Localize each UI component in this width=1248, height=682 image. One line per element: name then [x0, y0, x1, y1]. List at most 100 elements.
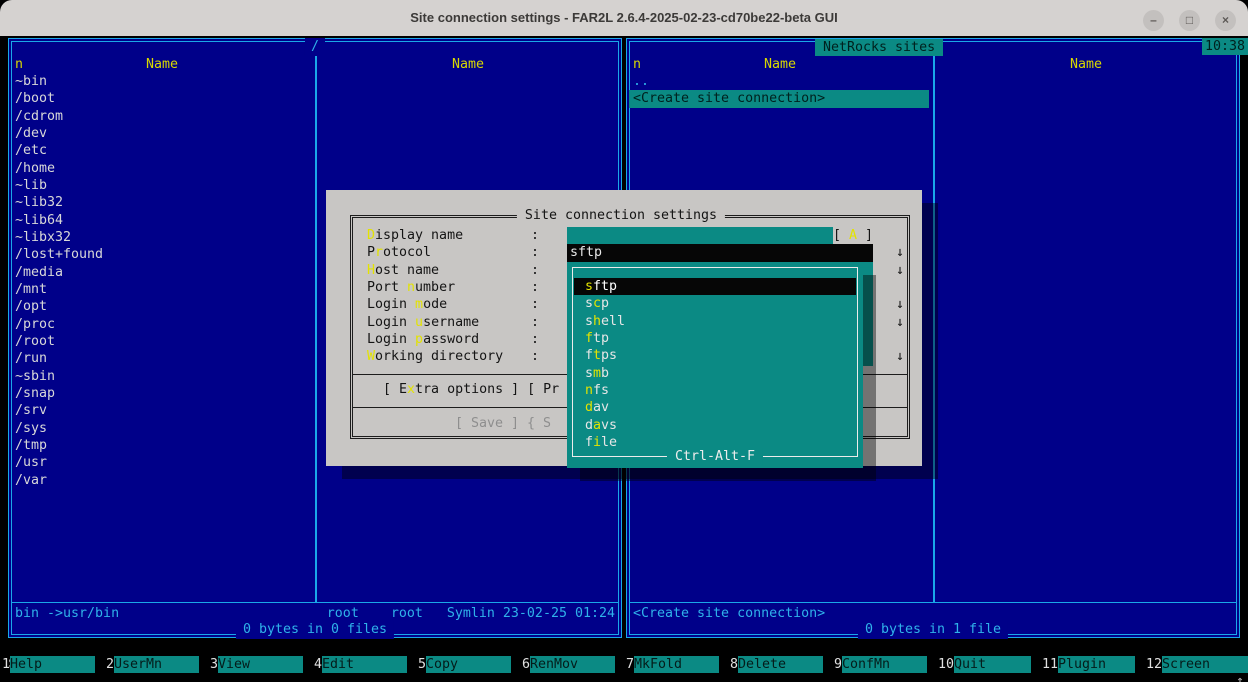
dialog-title: Site connection settings	[517, 207, 725, 224]
dropdown-item-smb[interactable]: smb	[574, 365, 856, 382]
fkey-8[interactable]: 8Delete	[728, 656, 832, 673]
extra-options-button[interactable]: [ Extra options ] [ Pr	[383, 381, 559, 398]
fkey-label-quit[interactable]: Quit	[954, 656, 1031, 673]
left-column-header-2[interactable]: Name	[315, 56, 621, 73]
maximize-icon[interactable]: □	[1179, 10, 1200, 31]
protocol-input[interactable]: sftp	[567, 244, 873, 261]
dialog-row-port-number: Port number:	[367, 279, 455, 296]
left-status-row: bin ->usr/bin root root Symlin 23-02-25 …	[15, 605, 615, 622]
dropdown-item-ftp[interactable]: ftp	[574, 330, 856, 347]
fkey-number: 9	[832, 656, 842, 673]
right-file-list: ..<Create site connection>	[633, 73, 1233, 108]
dialog-row-display-name: Display name:	[367, 227, 463, 244]
field-label-display-name: Display name	[367, 228, 463, 243]
dropdown-item-davs[interactable]: davs	[574, 417, 856, 434]
history-arrow-icon[interactable]: ↓	[896, 348, 912, 365]
colon: :	[531, 348, 539, 365]
fkey-11[interactable]: 11Plugin	[1040, 656, 1144, 673]
command-history-arrow-icon[interactable]: ↑	[1236, 673, 1244, 682]
file-item[interactable]: /var	[15, 472, 615, 489]
dropdown-item-list: sftpscpshellftpftpssmbnfsdavdavsfile	[574, 278, 856, 451]
colon: :	[531, 244, 539, 261]
file-item[interactable]: ~bin	[15, 73, 615, 90]
fkey-number: 8	[728, 656, 738, 673]
right-column-header-1[interactable]: Name	[627, 56, 933, 73]
fkey-label-help[interactable]: Help	[10, 656, 95, 673]
fkey-number: 3	[208, 656, 218, 673]
dropdown-item-ftps[interactable]: ftps	[574, 347, 856, 364]
left-panel-path[interactable]: /	[305, 38, 325, 55]
field-label-login-username: Login username	[367, 315, 479, 330]
fkey-label-renmov[interactable]: RenMov	[530, 656, 615, 673]
field-label-login-password: Login password	[367, 332, 479, 347]
field-label-login-mode: Login mode	[367, 297, 447, 312]
left-panel-footer: 0 bytes in 0 files	[236, 621, 394, 639]
fkey-6[interactable]: 6RenMov	[520, 656, 624, 673]
fkey-2[interactable]: 2UserMn	[104, 656, 208, 673]
history-arrow-icon[interactable]: ↓	[896, 296, 912, 313]
history-arrow-icon[interactable]: ↓	[896, 262, 912, 279]
colon: :	[531, 296, 539, 313]
fkey-label-delete[interactable]: Delete	[738, 656, 823, 673]
fkey-12[interactable]: 12Screen	[1144, 656, 1248, 673]
colon: :	[531, 331, 539, 348]
file-item[interactable]: /cdrom	[15, 108, 615, 125]
dialog-row-login-password: Login password:	[367, 331, 479, 348]
history-arrow-icon[interactable]: ↓	[896, 314, 912, 331]
colon: :	[531, 314, 539, 331]
protocol-dropdown: sftpscpshellftpftpssmbnfsdavdavsfile Ctr…	[567, 262, 863, 468]
fkey-label-confmn[interactable]: ConfMn	[842, 656, 927, 673]
fkey-number: 6	[520, 656, 530, 673]
fkey-label-screen[interactable]: Screen	[1162, 656, 1248, 673]
dropdown-item-shell[interactable]: shell	[574, 313, 856, 330]
dropdown-shortcut-hint: Ctrl-Alt-F	[667, 448, 763, 465]
minimize-icon[interactable]: –	[1143, 10, 1164, 31]
fkey-label-usermn[interactable]: UserMn	[114, 656, 199, 673]
window-titlebar[interactable]: Site connection settings - FAR2L 2.6.4-2…	[0, 0, 1248, 36]
command-line[interactable]: $ ↑	[0, 638, 1248, 655]
fkey-7[interactable]: 7MkFold	[624, 656, 728, 673]
colon: :	[531, 227, 539, 244]
fkey-5[interactable]: 5Copy	[416, 656, 520, 673]
dropdown-item-sftp[interactable]: sftp	[574, 278, 856, 295]
file-item[interactable]: /boot	[15, 90, 615, 107]
right-status-file: <Create site connection>	[633, 605, 825, 622]
fkey-label-plugin[interactable]: Plugin	[1058, 656, 1135, 673]
window-title: Site connection settings - FAR2L 2.6.4-2…	[0, 0, 1248, 36]
fkey-label-copy[interactable]: Copy	[426, 656, 511, 673]
fkey-label-edit[interactable]: Edit	[322, 656, 407, 673]
right-panel-title[interactable]: NetRocks sites	[815, 39, 943, 56]
history-arrow-icon[interactable]: ↓	[896, 244, 912, 261]
fkey-number: 2	[104, 656, 114, 673]
dialog-row-host-name: Host name:	[367, 262, 439, 279]
file-item[interactable]: /dev	[15, 125, 615, 142]
fkey-9[interactable]: 9ConfMn	[832, 656, 936, 673]
display-name-history-button[interactable]: [ A ]	[833, 227, 873, 244]
right-column-header-2[interactable]: Name	[933, 56, 1239, 73]
file-item[interactable]: ..	[633, 73, 1233, 90]
fkey-label-mkfold[interactable]: MkFold	[634, 656, 719, 673]
dropdown-item-nfs[interactable]: nfs	[574, 382, 856, 399]
fkey-label-view[interactable]: View	[218, 656, 303, 673]
save-button[interactable]: [ Save ] { S	[455, 415, 551, 432]
dialog-row-working-directory: Working directory:	[367, 348, 503, 365]
fkey-number: 7	[624, 656, 634, 673]
left-status-file: bin ->usr/bin	[15, 605, 119, 622]
dropdown-item-scp[interactable]: scp	[574, 295, 856, 312]
colon: :	[531, 262, 539, 279]
fkey-4[interactable]: 4Edit	[312, 656, 416, 673]
display-name-input[interactable]	[567, 227, 833, 244]
close-icon[interactable]: ×	[1215, 10, 1236, 31]
dropdown-item-dav[interactable]: dav	[574, 399, 856, 416]
file-item[interactable]: /etc	[15, 142, 615, 159]
file-item[interactable]: /home	[15, 160, 615, 177]
fkey-number: 4	[312, 656, 322, 673]
fkey-1[interactable]: 1Help	[0, 656, 104, 673]
dialog-row-protocol: Protocol:	[367, 244, 431, 261]
fkey-3[interactable]: 3View	[208, 656, 312, 673]
selected-item[interactable]: <Create site connection>	[629, 90, 929, 107]
fkey-number: 5	[416, 656, 426, 673]
field-label-port-number: Port number	[367, 280, 455, 295]
fkey-10[interactable]: 10Quit	[936, 656, 1040, 673]
left-column-header-1[interactable]: Name	[9, 56, 315, 73]
